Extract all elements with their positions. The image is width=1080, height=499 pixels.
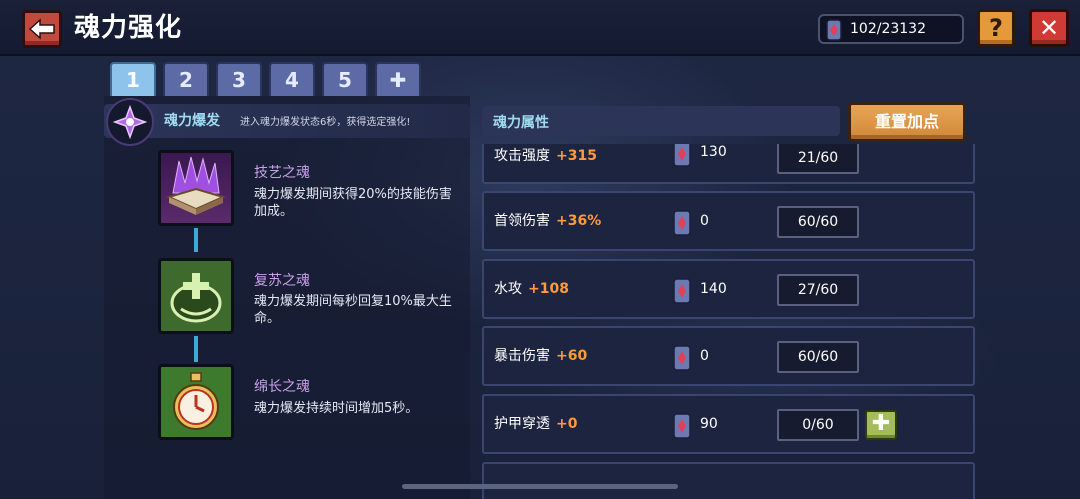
skill-3-name: 绵长之魂	[254, 379, 310, 395]
attribute-level: 60/60	[777, 206, 859, 238]
soul-gem-icon	[826, 19, 842, 41]
attribute-name: 暴击伤害 +60	[494, 328, 587, 384]
attribute-label: 暴击伤害	[494, 348, 550, 364]
page-title: 魂力强化	[74, 13, 183, 43]
attribute-name: 水攻 +108	[494, 261, 569, 317]
attribute-bonus: +60	[556, 348, 588, 364]
attributes-header-label: 魂力属性	[493, 115, 549, 131]
skill-3-description: 魂力爆发持续时间增加5秒。	[254, 401, 419, 416]
attribute-label: 护甲穿透	[494, 416, 550, 432]
attribute-bonus: +108	[528, 281, 569, 297]
attribute-cost: 0	[700, 213, 709, 229]
attribute-row	[482, 462, 975, 499]
tab-5[interactable]: 5	[322, 62, 368, 96]
attribute-row: 攻击强度 +315 130 21/60	[482, 144, 975, 184]
scroll-indicator[interactable]	[402, 484, 678, 489]
purple-crystal-book-icon	[166, 156, 226, 215]
skill-1-button[interactable]	[158, 150, 234, 226]
add-point-button[interactable]: ✚	[865, 410, 897, 440]
green-heal-plus-icon	[170, 273, 222, 323]
tab-3[interactable]: 3	[216, 62, 262, 96]
skill-1-description: 魂力爆发期间获得20%的技能伤害加成。	[254, 187, 452, 219]
attribute-level: 60/60	[777, 341, 859, 373]
skill-1-name: 技艺之魂	[254, 165, 310, 181]
soul-burst-title: 魂力爆发	[164, 113, 220, 129]
attribute-row: 护甲穿透 +0 90 0/60 ✚	[482, 394, 975, 454]
attribute-label: 攻击强度	[494, 148, 550, 164]
purple-star-icon	[113, 105, 147, 139]
attribute-level: 27/60	[777, 274, 859, 306]
attribute-bonus: +0	[556, 416, 578, 432]
attribute-cost: 130	[700, 144, 727, 160]
soul-gem-icon	[673, 144, 691, 167]
soul-gem-icon	[673, 345, 691, 371]
attribute-bonus: +315	[556, 148, 597, 164]
add-tab-button[interactable]: ✚	[375, 62, 421, 96]
attribute-row: 首领伤害 +36% 0 60/60	[482, 191, 975, 251]
attribute-label: 水攻	[494, 281, 522, 297]
soul-currency-value: 102/23132	[850, 21, 926, 37]
back-arrow-icon	[29, 18, 55, 40]
attribute-level: 21/60	[777, 144, 859, 174]
attribute-cost: 0	[700, 348, 709, 364]
attribute-label: 首领伤害	[494, 213, 550, 229]
soul-burst-icon	[106, 98, 154, 146]
skill-2-name: 复苏之魂	[254, 273, 310, 289]
soul-gem-icon	[673, 278, 691, 304]
skill-connector	[194, 228, 198, 252]
soul-burst-description: 进入魂力爆发状态6秒，获得选定强化!	[240, 117, 411, 128]
attribute-name: 护甲穿透 +0	[494, 396, 577, 452]
attribute-level: 0/60	[777, 409, 859, 441]
attribute-row: 暴击伤害 +60 0 60/60	[482, 326, 975, 386]
skill-3-button[interactable]	[158, 364, 234, 440]
attribute-cost: 140	[700, 281, 727, 297]
help-button[interactable]: ?	[977, 9, 1015, 47]
attributes-list[interactable]: 攻击强度 +315 130 21/60 首领伤害 +36% 0 60/60 水攻 +1…	[482, 144, 975, 499]
stopwatch-icon	[173, 372, 219, 430]
tab-1[interactable]: 1	[110, 62, 156, 96]
close-button[interactable]: ✕	[1029, 9, 1069, 47]
reset-points-button[interactable]: 重置加点	[848, 102, 966, 142]
soul-currency-display: 102/23132	[818, 14, 964, 44]
soul-gem-icon	[673, 210, 691, 236]
attribute-row: 水攻 +108 140 27/60	[482, 259, 975, 319]
back-button[interactable]	[22, 10, 62, 48]
skill-2-button[interactable]	[158, 258, 234, 334]
skill-connector	[194, 336, 198, 362]
attribute-name: 攻击强度 +315	[494, 144, 597, 184]
attribute-bonus: +36%	[556, 213, 602, 229]
soul-gem-icon	[673, 413, 691, 439]
tab-4[interactable]: 4	[269, 62, 315, 96]
attribute-name: 首领伤害 +36%	[494, 193, 601, 249]
tab-2[interactable]: 2	[163, 62, 209, 96]
attribute-cost: 90	[700, 416, 718, 432]
skill-2-description: 魂力爆发期间每秒回复10%最大生命。	[254, 294, 452, 326]
